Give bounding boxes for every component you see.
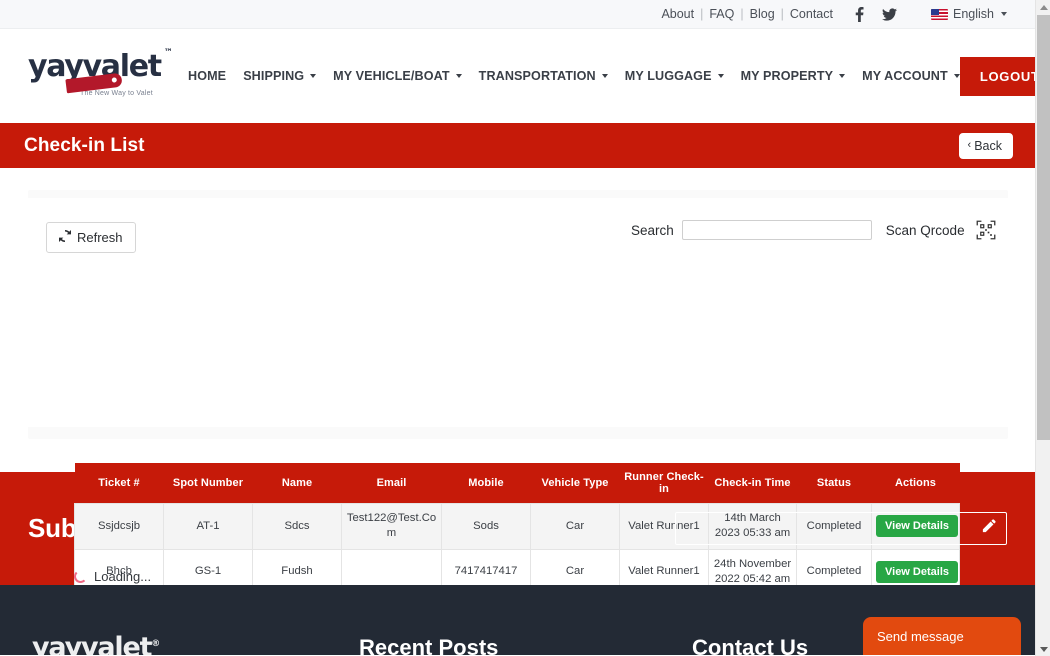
footer-logo[interactable]: yayvalet® <box>32 634 160 656</box>
back-button-label: Back <box>974 138 1002 153</box>
us-flag-icon <box>931 8 948 20</box>
nav-item-my-vehicle-boat[interactable]: MY VEHICLE/BOAT <box>333 69 462 83</box>
nav-label: SHIPPING <box>243 69 305 83</box>
pencil-icon[interactable] <box>981 518 996 539</box>
cell-spot-number: AT-1 <box>163 503 253 550</box>
chevron-down-icon <box>1001 12 1007 16</box>
footer-contact-us-title: Contact Us <box>692 635 809 656</box>
chevron-down-icon <box>717 74 724 78</box>
topbar-separator: | <box>700 7 704 21</box>
scan-qrcode-label: Scan Qrcode <box>885 222 965 238</box>
cell-email: Test122@Test.Com <box>341 503 442 550</box>
nav-label: HOME <box>188 69 227 83</box>
chevron-left-icon: ‹ <box>967 139 972 151</box>
spinner-icon <box>74 570 87 583</box>
search-label: Search <box>631 222 674 238</box>
logo-tagline: The New Way to Valet <box>80 90 153 97</box>
chat-widget-label: Send message <box>877 628 964 644</box>
nav-item-my-property[interactable]: MY PROPERTY <box>741 69 846 83</box>
footer-logo-trademark: ® <box>151 639 161 649</box>
refresh-button[interactable]: Refresh <box>46 222 136 253</box>
nav-label: MY ACCOUNT <box>862 69 948 83</box>
chat-send-message-widget[interactable]: Send message <box>863 617 1021 655</box>
topbar-link-faq[interactable]: FAQ <box>709 7 734 21</box>
table-header-row: Ticket # Spot Number Name Email Mobile V… <box>74 463 960 504</box>
back-button[interactable]: ‹ Back <box>958 132 1013 159</box>
twitter-icon[interactable] <box>882 7 897 21</box>
scrollbar-down-arrow-icon[interactable] <box>1036 642 1050 656</box>
topbar-separator: | <box>780 7 784 21</box>
column-header-ticket[interactable]: Ticket # <box>74 463 164 504</box>
cell-ticket: Ssjdcsjb <box>74 503 164 550</box>
topbar-link-blog[interactable]: Blog <box>750 7 775 21</box>
chevron-down-icon <box>839 74 846 78</box>
refresh-label: Refresh <box>77 230 123 245</box>
footer-recent-posts-title: Recent Posts <box>359 635 499 656</box>
nav-label: MY PROPERTY <box>740 69 834 83</box>
loading-indicator: Loading... <box>74 569 151 584</box>
site-footer: yayvalet® Recent Posts Contact Us Send m… <box>0 585 1035 656</box>
page-root: About | FAQ | Blog | Contact English yay… <box>0 0 1050 656</box>
topbar-link-contact[interactable]: Contact <box>790 7 833 21</box>
page-title: Check-in List <box>24 134 145 156</box>
cell-vehicle-type: Car <box>530 503 620 550</box>
facebook-icon[interactable] <box>855 6 864 22</box>
column-header-name[interactable]: Name <box>252 463 342 504</box>
chevron-down-icon <box>310 74 317 78</box>
column-header-actions[interactable]: Actions <box>871 463 960 504</box>
refresh-icon <box>59 229 71 245</box>
logout-button[interactable]: LOGOUT <box>959 56 1035 96</box>
search-area: Search Scan Qrcode <box>631 220 996 240</box>
nav-item-shipping[interactable]: SHIPPING <box>243 69 317 83</box>
main-navigation: HOME SHIPPING MY VEHICLE/BOAT TRANSPORTA… <box>188 69 960 83</box>
nav-item-home[interactable]: HOME <box>188 69 226 83</box>
page-scrollbar[interactable] <box>1035 0 1050 656</box>
nav-item-transportation[interactable]: TRANSPORTATION <box>479 69 608 83</box>
nav-label: MY LUGGAGE <box>624 69 712 83</box>
top-utility-bar: About | FAQ | Blog | Contact English <box>0 0 1035 29</box>
site-header: yayvalet ™ The New Way to Valet HOME SHIP… <box>0 29 1035 123</box>
language-label: English <box>953 7 994 21</box>
search-input[interactable] <box>681 220 872 240</box>
site-logo[interactable]: yayvalet ™ The New Way to Valet <box>28 48 188 100</box>
nav-item-my-account[interactable]: MY ACCOUNT <box>862 69 960 83</box>
topbar-link-about[interactable]: About <box>661 7 694 21</box>
nav-label: TRANSPORTATION <box>478 69 596 83</box>
column-header-email[interactable]: Email <box>341 463 442 504</box>
qr-scan-icon[interactable] <box>976 220 996 240</box>
loading-label: Loading... <box>94 569 152 584</box>
cell-name: Sdcs <box>252 503 342 550</box>
view-details-button[interactable]: View Details <box>876 560 958 583</box>
browser-viewport: About | FAQ | Blog | Contact English yay… <box>0 0 1035 656</box>
table-toolbar: Refresh Search Scan Qrcode <box>46 220 1015 254</box>
language-selector[interactable]: English <box>931 7 1007 21</box>
column-header-spot-number[interactable]: Spot Number <box>163 463 253 504</box>
page-title-bar: Check-in List ‹ Back <box>0 123 1035 168</box>
scrollbar-up-arrow-icon[interactable] <box>1036 0 1050 14</box>
topbar-separator: | <box>740 7 744 21</box>
social-links <box>855 6 897 22</box>
column-header-vehicle-type[interactable]: Vehicle Type <box>530 463 620 504</box>
nav-label: MY VEHICLE/BOAT <box>333 69 450 83</box>
nav-item-my-luggage[interactable]: MY LUGGAGE <box>625 69 724 83</box>
cell-mobile: Sods <box>441 503 531 550</box>
chevron-down-icon <box>601 74 608 78</box>
scrollbar-thumb[interactable] <box>1037 15 1050 440</box>
column-header-mobile[interactable]: Mobile <box>441 463 531 504</box>
logo-trademark: ™ <box>163 48 173 58</box>
column-header-checkin-time[interactable]: Check-in Time <box>708 463 797 504</box>
newsletter-field-wrap <box>675 512 1007 545</box>
column-header-runner-checkin[interactable]: Runner Check-in <box>619 463 709 504</box>
column-header-status[interactable]: Status <box>796 463 872 504</box>
main-content: Refresh Search Scan Qrcode Ticket # Spot… <box>0 168 1035 595</box>
newsletter-email-input[interactable] <box>676 513 1006 544</box>
chevron-down-icon <box>455 74 462 78</box>
